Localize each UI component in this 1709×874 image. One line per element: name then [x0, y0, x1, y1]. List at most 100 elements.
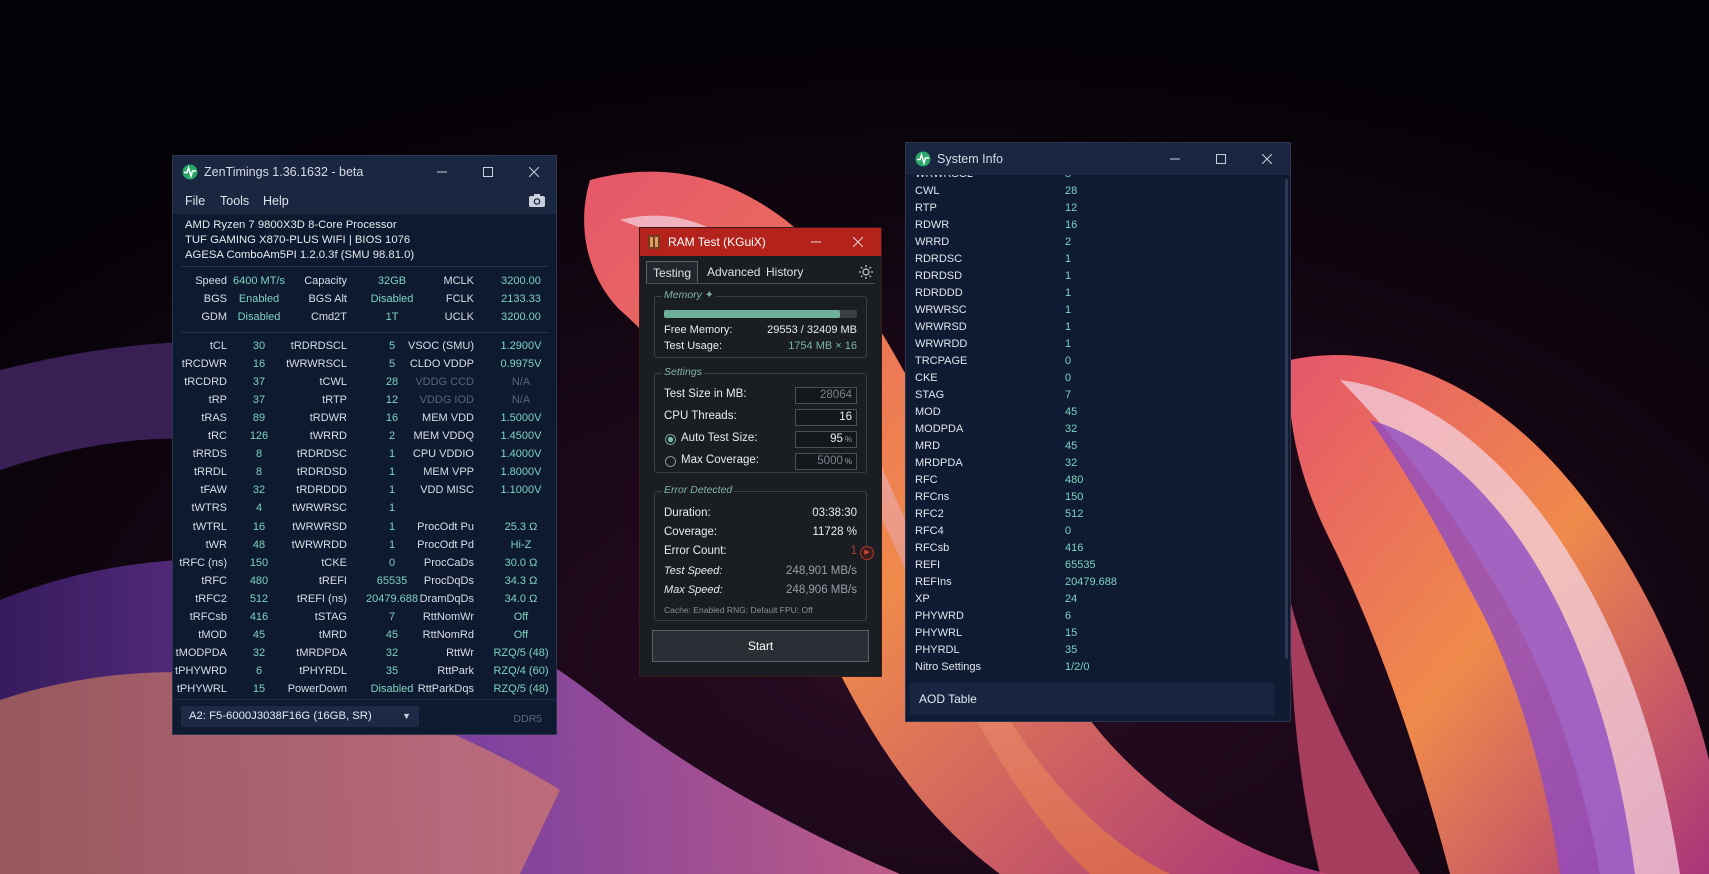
maximize-button[interactable] — [1198, 143, 1244, 175]
test-size-input[interactable]: 28064 — [795, 387, 857, 404]
timing-value: 30 — [252, 340, 266, 352]
timing-label: PowerDown — [287, 682, 347, 695]
sysinfo-row: CKE 0 — [906, 372, 1290, 389]
minimize-button[interactable] — [1152, 143, 1198, 175]
sysinfo-row: MOD 45 — [906, 406, 1290, 423]
timing-value: 126 — [249, 430, 269, 443]
auto-test-size-radio[interactable] — [665, 434, 676, 445]
timing-value: 89 — [252, 412, 266, 425]
spec-value: 3200.00 — [501, 275, 541, 287]
timing-value: 20479.688 — [366, 592, 418, 605]
timing-label: tRTP — [322, 394, 347, 407]
max-coverage-input[interactable]: 5000% — [795, 453, 857, 470]
coverage-label: Coverage: — [664, 526, 718, 538]
agesa-version: AGESA ComboAm5PI 1.2.0.3f (SMU 98.81.0) — [185, 249, 415, 261]
sysinfo-list[interactable]: WRWRSCL5CWL28RTP12RDWR16WRRD2RDRDSC1RDRD… — [906, 175, 1290, 675]
timing-value: 12 — [385, 394, 399, 407]
maximize-button[interactable] — [465, 156, 511, 188]
timing-value: RZQ/5 (48) — [493, 682, 549, 695]
minimize-icon — [811, 241, 821, 243]
timing-value: N/A — [511, 376, 531, 389]
spec-label: Capacity — [304, 275, 347, 287]
divider — [181, 332, 548, 333]
spec-label: GDM — [201, 311, 227, 324]
tab-history[interactable]: History — [760, 261, 809, 283]
spec-label: Speed — [195, 275, 227, 287]
timing-label: VDD MISC — [420, 484, 474, 497]
sysinfo-row: TRCPAGE 0 — [906, 355, 1290, 372]
timing-value: 512 — [249, 592, 269, 605]
camera-icon[interactable] — [528, 192, 546, 208]
close-button[interactable] — [511, 156, 557, 188]
timing-label: tWTRS — [191, 502, 227, 515]
sysinfo-row: STAG 7 — [906, 389, 1290, 406]
sysinfo-key: CKE — [915, 372, 938, 384]
sysinfo-value: 7 — [1065, 389, 1072, 401]
spec-label: MCLK — [443, 275, 474, 287]
duration-value: 03:38:30 — [812, 507, 857, 519]
tab-testing[interactable]: Testing — [646, 261, 699, 284]
sysinfo-row: PHYWRD 6 — [906, 610, 1290, 627]
timing-value: 48 — [252, 538, 266, 551]
sysinfo-key: WRWRSD — [915, 321, 967, 333]
close-button[interactable] — [837, 228, 879, 256]
sysinfo-key: CWL — [915, 185, 940, 197]
close-button[interactable] — [1244, 143, 1290, 175]
close-icon — [529, 167, 539, 177]
sysinfo-value: 1 — [1065, 304, 1072, 316]
menu-tools[interactable]: Tools — [220, 194, 249, 208]
sysinfo-key: RDRDDD — [915, 287, 963, 299]
sysinfo-row: WRWRSCL 5 — [906, 175, 1290, 185]
sysinfo-value: 0 — [1065, 355, 1072, 367]
menu-help[interactable]: Help — [263, 194, 289, 208]
sysinfo-row: RTP 12 — [906, 202, 1290, 219]
spec-label: BGS Alt — [308, 293, 347, 306]
timing-label: tRFC2 — [195, 592, 227, 605]
scrollbar[interactable] — [1285, 179, 1288, 659]
max-speed-label: Max Speed: — [664, 584, 723, 596]
sysinfo-key: RFCns — [915, 491, 950, 503]
sparkle-icon: ✦ — [704, 289, 714, 301]
timing-label: tRDRDSC — [296, 448, 347, 461]
sysinfo-value: 20479.688 — [1065, 576, 1117, 588]
timing-value: 1.8000V — [500, 466, 542, 479]
spec-value: 3200.00 — [501, 311, 541, 324]
timing-value: 416 — [249, 610, 269, 623]
maximize-icon — [483, 167, 493, 177]
timing-label: CPU VDDIO — [412, 448, 474, 461]
timing-value: 65535 — [376, 574, 408, 587]
timing-label: tRC — [208, 430, 227, 443]
minimize-button[interactable] — [795, 228, 837, 256]
timing-label: tRFC — [201, 574, 227, 587]
sysinfo-key: Nitro Settings — [915, 661, 982, 673]
timing-label: MEM VDDQ — [413, 430, 475, 443]
sun-theme-icon[interactable] — [859, 265, 873, 279]
sysinfo-window: System Info WRWRSCL5CWL28RTP12RDWR16WRRD… — [905, 142, 1291, 722]
menu-file[interactable]: File — [185, 194, 205, 208]
timing-label: RttParkDqs — [417, 682, 474, 695]
sysinfo-key: RFC4 — [915, 525, 944, 537]
auto-test-size-input[interactable]: 95% — [795, 431, 857, 448]
timing-value: 16 — [252, 520, 266, 533]
chevron-down-icon: ▼ — [402, 711, 411, 721]
sysinfo-key: RFC — [915, 474, 938, 486]
minimize-button[interactable] — [419, 156, 465, 188]
timing-label: tRDRDSCL — [290, 340, 347, 352]
timing-label: ProcOdt Pu — [417, 520, 474, 533]
error-nav-icon[interactable]: ▶ — [860, 546, 874, 560]
timing-value: 25.3 Ω — [504, 520, 538, 533]
timing-value: 34.0 Ω — [504, 592, 538, 605]
max-speed-value: 248,906 MB/s — [786, 584, 857, 596]
timing-value: 8 — [255, 448, 263, 461]
cpu-threads-input[interactable]: 16 — [795, 409, 857, 426]
sysinfo-key: RDWR — [915, 219, 950, 231]
max-coverage-radio[interactable] — [665, 456, 676, 467]
dimm-select[interactable]: A2: F5-6000J3038F16G (16GB, SR) ▼ — [181, 706, 419, 727]
spec-value: 32GB — [377, 275, 407, 287]
cpu-threads-label: CPU Threads: — [664, 410, 737, 422]
timing-value: 480 — [249, 574, 269, 587]
start-button[interactable]: Start — [652, 630, 869, 662]
timing-label: tWRWRSC — [292, 502, 347, 515]
aod-table-section[interactable]: AOD Table — [910, 683, 1274, 715]
tab-advanced[interactable]: Advanced — [701, 261, 766, 283]
